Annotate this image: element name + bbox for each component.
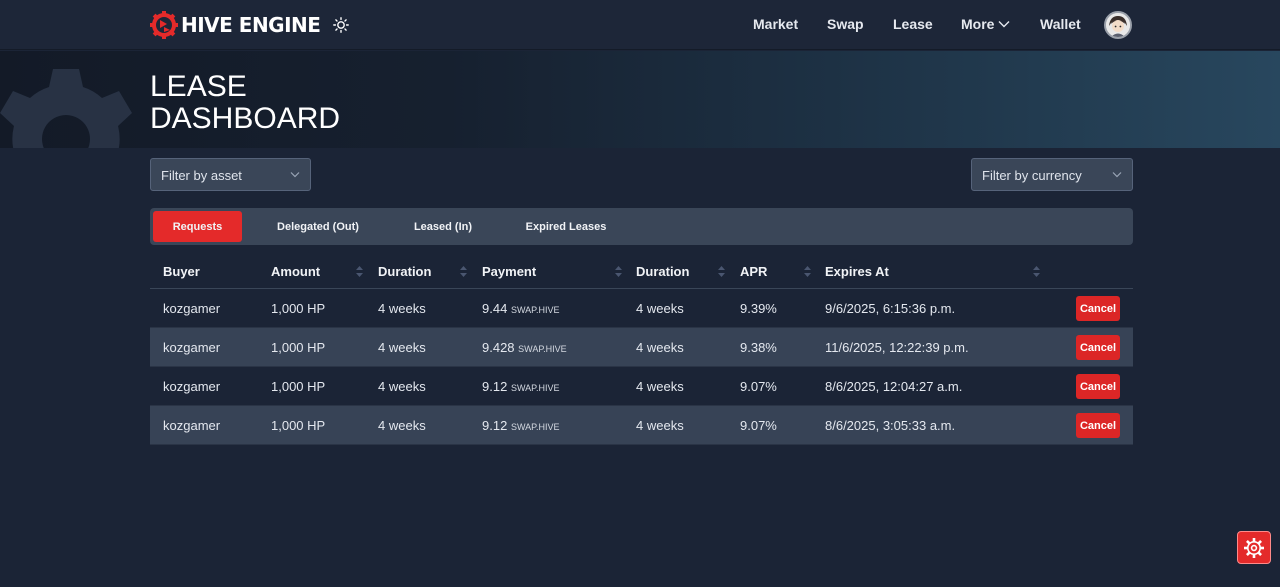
chevron-down-icon (998, 21, 1010, 28)
cell-duration-2: 4 weeks (636, 301, 684, 316)
sort-icon[interactable] (356, 266, 363, 277)
cell-duration: 4 weeks (378, 418, 426, 433)
cell-payment: 9.428 SWAP.HIVE (482, 340, 567, 355)
nav-lease-link[interactable]: Lease (893, 16, 933, 32)
cell-expires-at: 11/6/2025, 12:22:39 p.m. (825, 340, 969, 355)
cell-duration: 4 weeks (378, 301, 426, 316)
header-amount[interactable]: Amount (271, 264, 320, 279)
cancel-button[interactable]: Cancel (1076, 335, 1120, 360)
header-expires-at[interactable]: Expires At (825, 264, 889, 279)
avatar-icon (1106, 13, 1130, 37)
sort-icon[interactable] (718, 266, 725, 277)
page-title: LEASE DASHBOARD (150, 71, 340, 135)
table-row: kozgamer 1,000 HP 4 weeks 9.428 SWAP.HIV… (150, 328, 1133, 367)
gear-icon (1244, 537, 1264, 558)
lease-requests-table: Buyer Amount Duration Payment Duration A… (150, 252, 1133, 445)
floating-settings-button[interactable] (1237, 531, 1271, 564)
gear-watermark-icon (0, 69, 132, 148)
header-apr[interactable]: APR (740, 264, 767, 279)
cell-amount: 1,000 HP (271, 418, 326, 433)
chevron-down-icon (1112, 172, 1122, 178)
cell-payment: 9.12 SWAP.HIVE (482, 379, 559, 394)
cell-duration: 4 weeks (378, 340, 426, 355)
cell-apr: 9.07% (740, 379, 777, 394)
user-avatar[interactable] (1104, 11, 1132, 39)
table-row: kozgamer 1,000 HP 4 weeks 9.44 SWAP.HIVE… (150, 289, 1133, 328)
header-duration[interactable]: Duration (378, 264, 431, 279)
header-payment[interactable]: Payment (482, 264, 536, 279)
payment-value: 9.12 (482, 418, 508, 433)
cell-expires-at: 8/6/2025, 3:05:33 a.m. (825, 418, 956, 433)
nav-more-dropdown[interactable]: More (961, 16, 1010, 32)
nav-market-link[interactable]: Market (753, 16, 798, 32)
table-row: kozgamer 1,000 HP 4 weeks 9.12 SWAP.HIVE… (150, 367, 1133, 406)
cell-duration-2: 4 weeks (636, 379, 684, 394)
sort-icon[interactable] (1033, 266, 1040, 277)
sort-icon[interactable] (615, 266, 622, 277)
cell-amount: 1,000 HP (271, 301, 326, 316)
header-duration-2[interactable]: Duration (636, 264, 689, 279)
cancel-button[interactable]: Cancel (1076, 296, 1120, 321)
table-row: kozgamer 1,000 HP 4 weeks 9.12 SWAP.HIVE… (150, 406, 1133, 445)
tab-requests[interactable]: Requests (153, 211, 242, 242)
cell-apr: 9.39% (740, 301, 777, 316)
payment-unit: SWAP.HIVE (510, 383, 560, 393)
tab-delegated-out[interactable]: Delegated (Out) (262, 211, 374, 242)
page-title-line2: DASHBOARD (150, 102, 341, 135)
lease-tabs: Requests Delegated (Out) Leased (In) Exp… (150, 208, 1133, 245)
cell-expires-at: 9/6/2025, 6:15:36 p.m. (825, 301, 956, 316)
cell-payment: 9.12 SWAP.HIVE (482, 418, 559, 433)
header-buyer[interactable]: Buyer (163, 264, 200, 279)
page-title-line1: LEASE (150, 70, 247, 103)
cell-amount: 1,000 HP (271, 340, 326, 355)
nav-swap-link[interactable]: Swap (827, 16, 864, 32)
nav-more-label: More (961, 16, 995, 32)
top-navbar: HIVE ENGINE Market Swap Lease More Walle… (0, 0, 1280, 50)
cell-duration: 4 weeks (378, 379, 426, 394)
filter-currency-select[interactable]: Filter by currency (971, 158, 1133, 191)
cancel-button[interactable]: Cancel (1076, 413, 1120, 438)
payment-value: 9.428 (482, 340, 515, 355)
cell-buyer: kozgamer (163, 379, 221, 394)
payment-value: 9.44 (482, 301, 508, 316)
cell-buyer: kozgamer (163, 340, 221, 355)
nav-wallet-link[interactable]: Wallet (1040, 16, 1081, 32)
page-hero: LEASE DASHBOARD (0, 51, 1280, 148)
chevron-down-icon (290, 172, 300, 178)
cell-apr: 9.38% (740, 340, 777, 355)
payment-unit: SWAP.HIVE (518, 344, 567, 354)
sort-icon[interactable] (804, 266, 811, 277)
cell-buyer: kozgamer (163, 301, 221, 316)
cell-amount: 1,000 HP (271, 379, 326, 394)
filter-currency-value: Filter by currency (982, 168, 1082, 183)
cell-payment: 9.44 SWAP.HIVE (482, 301, 559, 316)
main-nav: Market Swap Lease More Wallet (0, 0, 1280, 50)
cell-buyer: kozgamer (163, 418, 221, 433)
filter-asset-value: Filter by asset (161, 168, 242, 183)
tab-leased-in[interactable]: Leased (In) (408, 211, 478, 242)
filter-asset-select[interactable]: Filter by asset (150, 158, 311, 191)
tab-expired-leases[interactable]: Expired Leases (516, 211, 616, 242)
payment-unit: SWAP.HIVE (510, 305, 560, 315)
payment-unit: SWAP.HIVE (510, 422, 560, 432)
table-header: Buyer Amount Duration Payment Duration A… (150, 252, 1133, 289)
payment-value: 9.12 (482, 379, 508, 394)
cell-duration-2: 4 weeks (636, 340, 684, 355)
cell-duration-2: 4 weeks (636, 418, 684, 433)
cell-apr: 9.07% (740, 418, 777, 433)
sort-icon[interactable] (460, 266, 467, 277)
cancel-button[interactable]: Cancel (1076, 374, 1120, 399)
cell-expires-at: 8/6/2025, 12:04:27 a.m. (825, 379, 963, 394)
